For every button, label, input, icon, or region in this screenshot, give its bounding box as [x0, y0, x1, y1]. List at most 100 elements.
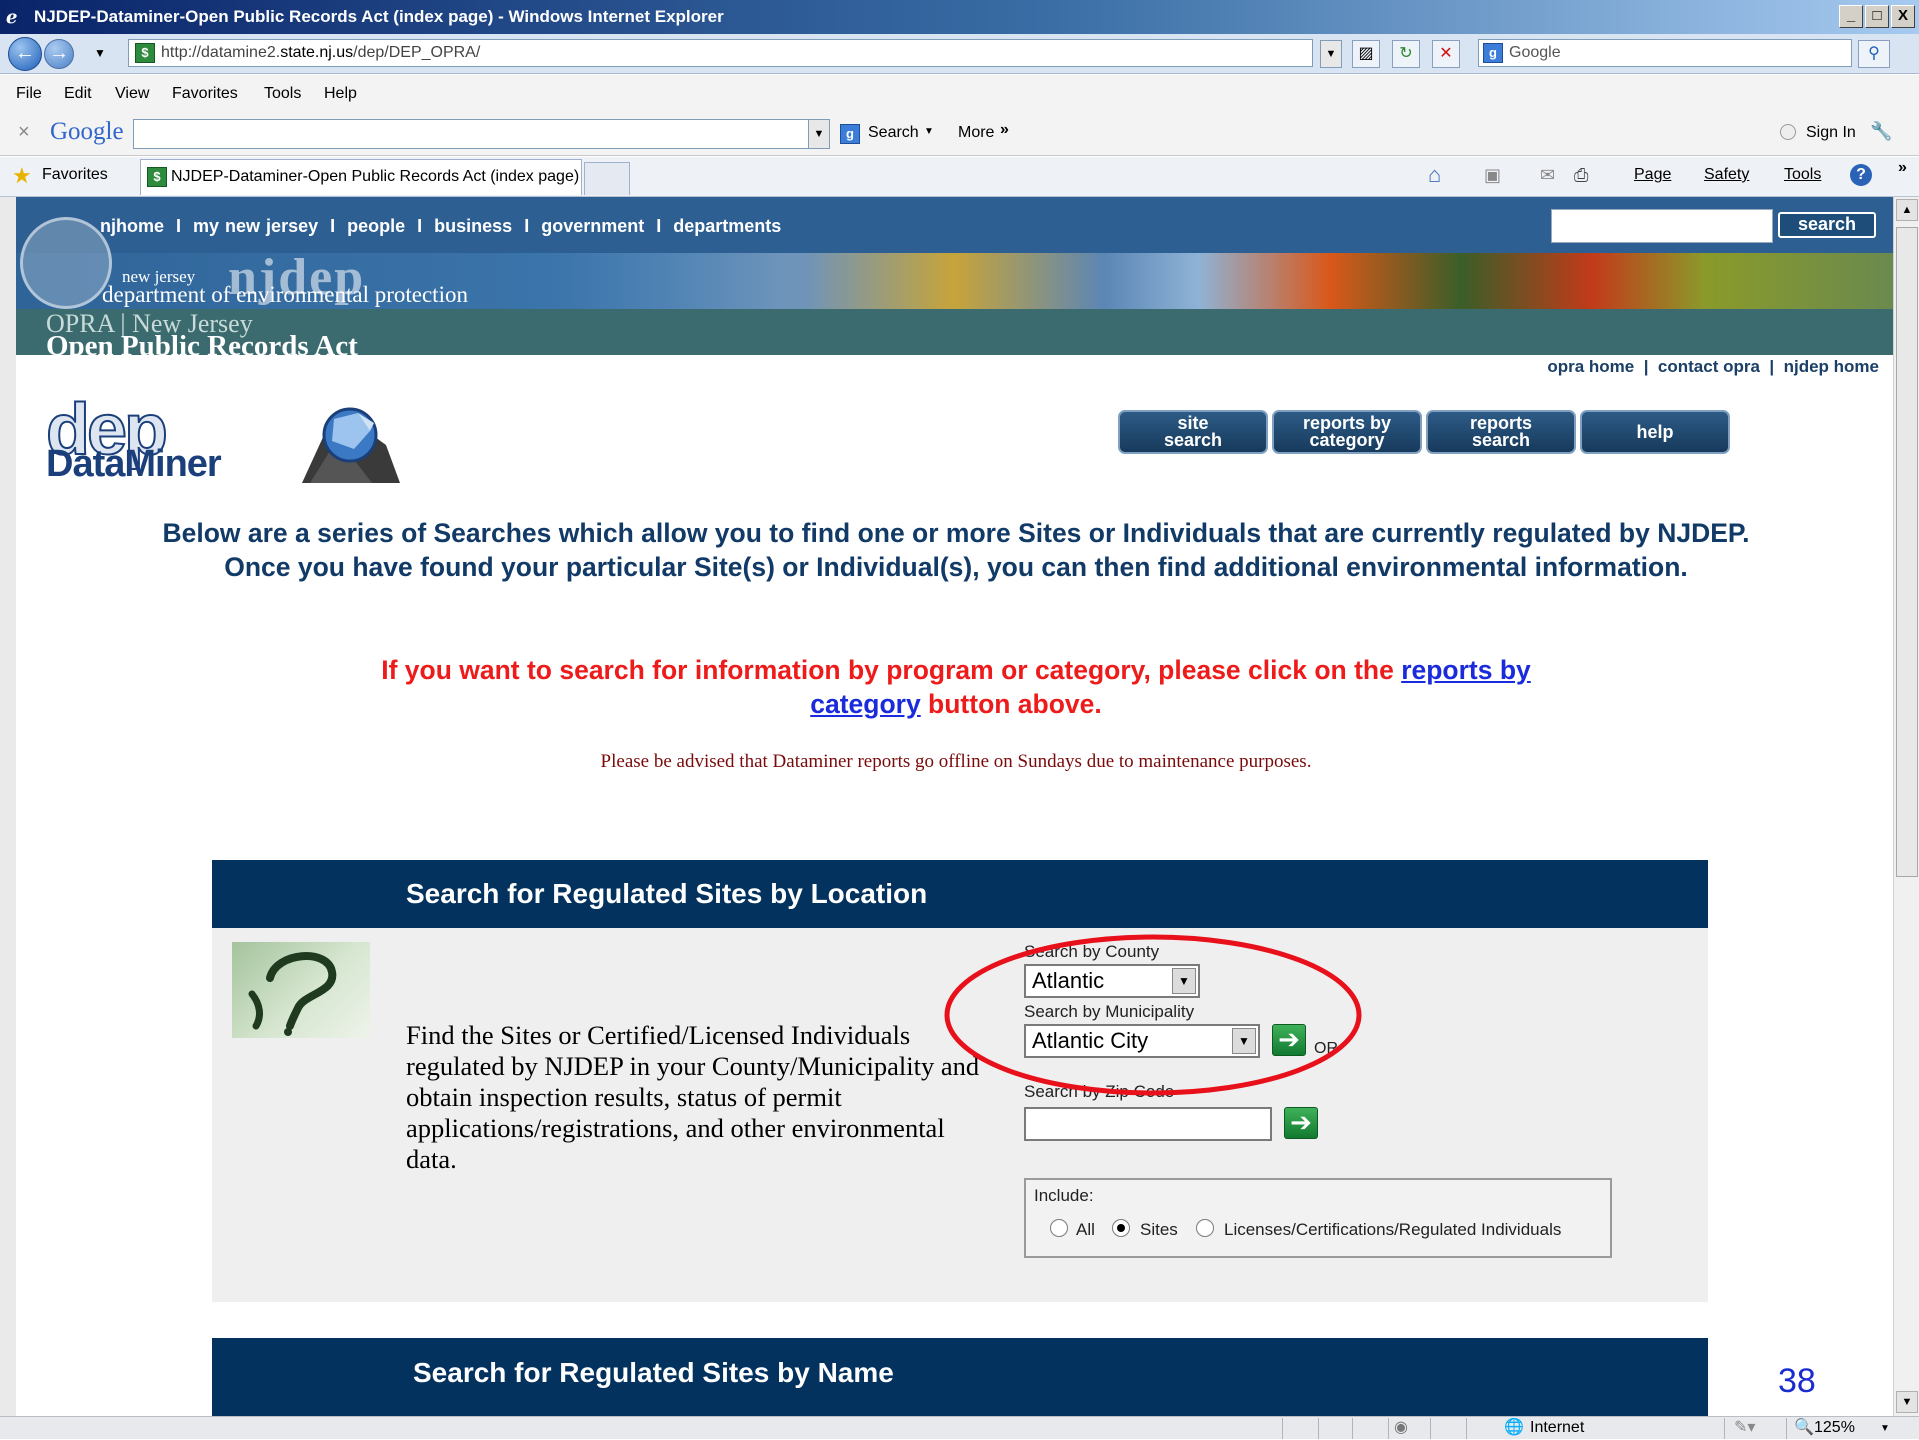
scrollbar-thumb[interactable] [1896, 227, 1918, 877]
include-licenses-label: Licenses/Certifications/Regulated Indivi… [1224, 1220, 1562, 1239]
site-search-button[interactable]: site search [1118, 410, 1268, 454]
zoom-dropdown-icon[interactable]: ▼ [1880, 1418, 1890, 1440]
location-section-header: Search for Regulated Sites by Location [212, 860, 1708, 928]
favorites-star-icon: ★ [12, 163, 32, 188]
minimize-button[interactable]: _ [1839, 5, 1863, 28]
scroll-down-icon[interactable]: ▼ [1896, 1391, 1918, 1413]
internet-zone-icon: 🌐 [1504, 1419, 1524, 1436]
google-toolbar-input[interactable] [133, 119, 813, 149]
mining-globe-icon [302, 407, 400, 483]
location-search-description: Find the Sites or Certified/Licensed Ind… [406, 1020, 980, 1174]
menu-bar: File Edit View Favorites Tools Help [0, 75, 1919, 112]
question-mark-image [232, 942, 370, 1038]
vertical-scrollbar[interactable]: ▲ ▼ [1893, 197, 1919, 1416]
history-dropdown-icon[interactable]: ▼ [94, 46, 106, 60]
name-section-title: Search for Regulated Sites by Name [413, 1357, 894, 1388]
tools-menu[interactable]: Tools [1784, 166, 1821, 184]
sign-in-link[interactable]: Sign In [1806, 124, 1856, 142]
menu-view[interactable]: View [115, 75, 149, 112]
slide-number: 38 [1778, 1362, 1816, 1400]
window-title: NJDEP-Dataminer-Open Public Records Act … [34, 7, 724, 26]
include-fieldset: Include: All Sites Licenses/Certificatio… [1024, 1178, 1612, 1258]
njdep-home-link[interactable]: njdep home [1784, 357, 1879, 376]
help-icon[interactable]: ? [1850, 164, 1872, 186]
status-bar: ◉ 🌐 Internet ✎▾ 🔍 125% ▼ [0, 1416, 1919, 1439]
google-toolbar: × Google ▼ g Search ▼ More » Sign In 🔧 [0, 112, 1919, 156]
more-chevron-icon: » [1000, 121, 1009, 138]
tab-favicon-icon: $ [147, 167, 167, 187]
live-search-input[interactable]: g Google [1478, 39, 1852, 67]
google-g-icon: g [840, 124, 860, 144]
include-sites-radio[interactable] [1112, 1219, 1130, 1237]
zip-code-input[interactable] [1024, 1107, 1272, 1141]
more-button[interactable]: More [958, 124, 994, 142]
nj-link-government[interactable]: government [541, 216, 644, 236]
forward-icon[interactable]: → [44, 39, 74, 69]
safety-menu[interactable]: Safety [1704, 166, 1749, 184]
category-notice: If you want to search for information by… [381, 655, 1531, 719]
opra-home-link[interactable]: opra home [1547, 357, 1634, 376]
include-all-radio[interactable] [1050, 1219, 1068, 1237]
back-icon[interactable]: ← [8, 37, 42, 71]
reports-by-category-button[interactable]: reports by category [1272, 410, 1422, 454]
contact-opra-link[interactable]: contact opra [1658, 357, 1760, 376]
close-window-button[interactable]: X [1891, 5, 1915, 28]
nj-link-people[interactable]: people [347, 216, 405, 236]
nj-state-seal-icon [20, 217, 112, 309]
page-favicon-icon: $ [135, 43, 155, 63]
protected-mode-icon[interactable]: ✎▾ [1734, 1417, 1755, 1439]
stop-icon[interactable]: ✕ [1432, 40, 1460, 68]
compatibility-icon[interactable]: ▨ [1352, 40, 1380, 68]
toolbar-overflow-icon[interactable]: » [1898, 159, 1907, 177]
wrench-icon[interactable]: 🔧 [1870, 121, 1892, 142]
page-menu[interactable]: Page [1634, 166, 1671, 184]
favorites-bar: ★ Favorites $ NJDEP-Dataminer-Open Publi… [0, 157, 1919, 197]
help-button[interactable]: help [1580, 410, 1730, 454]
menu-edit[interactable]: Edit [64, 75, 92, 112]
new-tab-button[interactable] [584, 162, 630, 195]
browser-tab[interactable]: $ NJDEP-Dataminer-Open Public Records Ac… [140, 159, 582, 195]
zoom-level[interactable]: 125% [1814, 1417, 1855, 1439]
scroll-up-icon[interactable]: ▲ [1896, 199, 1918, 221]
location-section-body: Find the Sites or Certified/Licensed Ind… [212, 928, 1708, 1302]
nj-link-departments[interactable]: departments [673, 216, 781, 236]
zip-go-button[interactable]: ➔ [1284, 1107, 1318, 1139]
dataminer-logo-text: DataMiner [46, 443, 222, 485]
favorites-button[interactable]: Favorites [42, 166, 108, 184]
zoom-icon: 🔍 [1794, 1419, 1814, 1436]
nj-link-business[interactable]: business [434, 216, 512, 236]
include-sites-label: Sites [1140, 1220, 1178, 1239]
google-dropdown-icon[interactable]: ▼ [808, 119, 830, 149]
search-dropdown-icon[interactable]: ▼ [924, 126, 934, 137]
feeds-icon[interactable]: ▣ [1484, 165, 1501, 186]
google-logo: Google [50, 118, 124, 145]
department-name: department of environmental protection [102, 282, 468, 307]
home-icon[interactable]: ⌂ [1428, 162, 1441, 188]
include-licenses-radio[interactable] [1196, 1219, 1214, 1237]
nj-search-button[interactable]: search [1778, 212, 1876, 238]
restore-button[interactable]: □ [1865, 5, 1889, 28]
dataminer-logo[interactable]: dep DataMiner [45, 393, 426, 485]
print-icon[interactable]: ⎙ [1574, 165, 1588, 186]
url-dropdown-icon[interactable]: ▼ [1320, 40, 1342, 68]
nj-link-my-new-jersey[interactable]: my new jersey [193, 216, 318, 236]
mail-icon[interactable]: ✉ [1540, 165, 1555, 186]
nj-search-input[interactable] [1551, 209, 1773, 243]
nj-link-njhome[interactable]: njhome [100, 216, 164, 236]
address-bar: ← → ▼ $ http://datamine2.state.nj.us/dep… [0, 34, 1919, 74]
nj-nav-links: njhome I my new jersey I people I busine… [100, 216, 782, 236]
privacy-icon[interactable]: ◉ [1394, 1417, 1408, 1439]
refresh-icon[interactable]: ↻ [1392, 40, 1420, 68]
reports-search-button[interactable]: reports search [1426, 410, 1576, 454]
menu-file[interactable]: File [16, 75, 42, 112]
menu-favorites[interactable]: Favorites [172, 75, 238, 112]
maintenance-notice: Please be advised that Dataminer reports… [600, 751, 1312, 772]
search-icon[interactable]: ⚲ [1858, 40, 1890, 68]
google-search-button[interactable]: Search [868, 124, 919, 142]
page-viewport: njhome I my new jersey I people I busine… [0, 197, 1893, 1416]
menu-help[interactable]: Help [324, 75, 357, 112]
google-search-icon: g [1483, 43, 1503, 63]
url-input[interactable]: $ http://datamine2.state.nj.us/dep/DEP_O… [128, 39, 1313, 67]
close-toolbar-icon[interactable]: × [18, 121, 30, 144]
menu-tools[interactable]: Tools [264, 75, 301, 112]
